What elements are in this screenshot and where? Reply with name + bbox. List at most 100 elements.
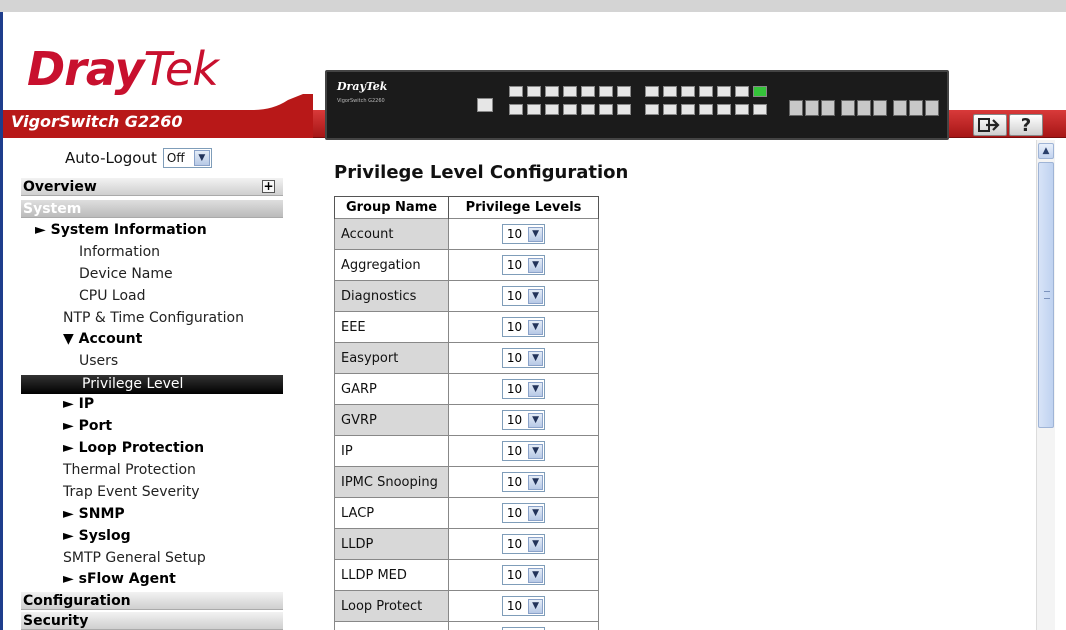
privilege-level-select[interactable]: 10 ▼ [501,317,546,337]
privilege-level-cell: 10 ▼ [448,311,599,343]
privilege-level-select[interactable]: 10 ▼ [501,255,546,275]
privilege-level-value: 10 [506,475,523,489]
privilege-level-cell: 10 ▼ [448,342,599,374]
table-row: LLDP 10 ▼ [334,528,599,560]
device-model-label: VigorSwitch G2260 [337,98,385,104]
sfp-port [789,100,803,116]
port [681,104,695,115]
expand-plus-icon[interactable]: + [262,180,275,193]
port [735,86,749,97]
autologout-value: Off [166,151,185,165]
sfp-port [821,100,835,116]
privilege-level-select[interactable]: 10 ▼ [501,534,546,554]
group-name-cell: EEE [334,311,449,343]
nav-port[interactable]: ► Port [63,418,112,434]
port-active [753,86,767,97]
vertical-scrollbar[interactable]: ▲ [1036,140,1055,630]
port [663,104,677,115]
port [663,86,677,97]
nav-ntp-time-configuration[interactable]: NTP & Time Configuration [63,310,244,326]
privilege-level-select[interactable]: 10 ▼ [501,472,546,492]
switch-device-image: DrayTek VigorSwitch G2260 [325,70,949,140]
nav-thermal-protection[interactable]: Thermal Protection [63,462,196,478]
port [545,86,559,97]
table-row: Account 10 ▼ [334,218,599,250]
scroll-up-icon[interactable]: ▲ [1038,143,1054,159]
privilege-level-cell: 10 ▼ [448,435,599,467]
privilege-level-cell: 10 ▼ [448,373,599,405]
scrollbar-grip-icon [1044,291,1050,299]
port [527,86,541,97]
nav-users[interactable]: Users [79,353,118,369]
nav-snmp[interactable]: ► SNMP [63,506,125,522]
privilege-level-select[interactable]: 10 ▼ [501,348,546,368]
privilege-level-value: 10 [506,382,523,396]
logout-button[interactable] [973,114,1007,136]
privilege-level-select[interactable]: 10 ▼ [501,286,546,306]
privilege-level-cell: 10 ▼ [448,559,599,591]
nav-section-configuration[interactable]: Configuration [21,592,283,610]
privilege-level-cell: 10 ▼ [448,280,599,312]
privilege-level-select[interactable]: 10 ▼ [501,379,546,399]
privilege-level-value: 10 [506,413,523,427]
privilege-level-value: 10 [506,320,523,334]
port [581,104,595,115]
privilege-level-value: 10 [506,537,523,551]
table-row: Aggregation 10 ▼ [334,249,599,281]
privilege-level-select[interactable]: 10 ▼ [501,441,546,461]
privilege-level-value: 10 [506,227,523,241]
sfp-port [925,100,939,116]
model-name: VigorSwitch G2260 [11,112,183,131]
nav-device-name[interactable]: Device Name [79,266,173,282]
port [717,104,731,115]
nav-section-security[interactable]: Security [21,612,283,630]
privilege-level-select[interactable]: 10 ▼ [501,565,546,585]
privilege-level-cell: 10 ▼ [448,466,599,498]
group-name-cell: IPMC Snooping [334,466,449,498]
port [681,86,695,97]
table-row: GARP 10 ▼ [334,373,599,405]
help-icon: ? [1020,114,1032,136]
logout-arrow-icon [978,118,1000,132]
help-button[interactable]: ? [1009,114,1043,136]
sfp-port [873,100,887,116]
nav-information[interactable]: Information [79,244,160,260]
privilege-level-select[interactable]: 10 ▼ [501,503,546,523]
autologout-select[interactable]: Off ▼ [162,148,212,168]
table-row: GVRP 10 ▼ [334,404,599,436]
port [753,104,767,115]
group-name-cell: GARP [334,373,449,405]
nav-loop-protection[interactable]: ► Loop Protection [63,440,204,456]
nav-trap-event-severity[interactable]: Trap Event Severity [63,484,200,500]
nav-smtp-general-setup[interactable]: SMTP General Setup [63,550,206,566]
privilege-level-cell: 10 ▼ [448,218,599,250]
chevron-down-icon: ▼ [528,412,544,428]
group-name-cell: Aggregation [334,249,449,281]
nav-syslog[interactable]: ► Syslog [63,528,131,544]
privilege-level-select[interactable]: 10 ▼ [501,596,546,616]
scrollbar-thumb[interactable] [1038,162,1054,428]
privilege-level-value: 10 [506,568,523,582]
sfp-port [841,100,855,116]
nav-account[interactable]: ▼ Account [63,331,142,347]
autologout-control: Auto-Logout Off ▼ [65,148,212,168]
sidebar: Auto-Logout Off ▼ Overview + System ► Sy… [3,140,288,630]
port [509,104,523,115]
nav-cpu-load[interactable]: CPU Load [79,288,146,304]
privilege-level-value: 10 [506,444,523,458]
privilege-level-select[interactable]: 10 ▼ [501,224,546,244]
nav-privilege-level[interactable]: Privilege Level [21,375,283,394]
privilege-level-select[interactable]: 10 ▼ [501,410,546,430]
privilege-level-cell: 10 ▼ [448,528,599,560]
group-name-cell: GVRP [334,404,449,436]
main-content: Privilege Level Configuration Group Name… [288,140,1036,630]
privilege-level-value: 10 [506,599,523,613]
privilege-level-cell: 10 ▼ [448,590,599,622]
nav-section-overview[interactable]: Overview + [21,178,283,196]
nav-ip[interactable]: ► IP [63,396,94,412]
nav-system-information[interactable]: ► System Information [35,222,207,238]
nav-section-system[interactable]: System [21,200,283,218]
nav-sflow-agent[interactable]: ► sFlow Agent [63,571,176,587]
group-name-cell: IP [334,435,449,467]
column-header-privilege-levels: Privilege Levels [448,196,599,219]
